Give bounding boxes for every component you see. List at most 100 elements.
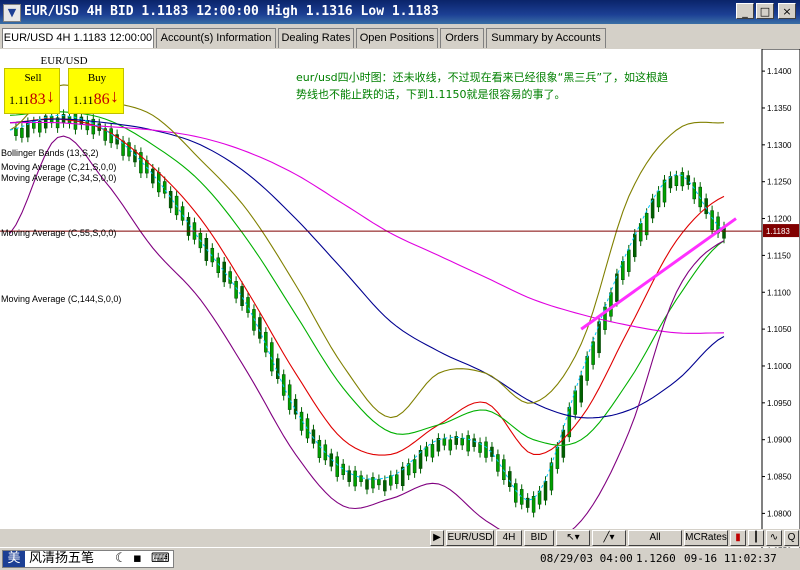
candle-body (14, 128, 18, 136)
q-button[interactable]: Q (784, 530, 799, 546)
punctuation-icon[interactable]: ▪ (133, 551, 142, 567)
moon-icon[interactable]: ☾ (115, 551, 127, 567)
y-tick-label: 1.1200 (767, 215, 792, 224)
candle-body (353, 470, 357, 487)
sell-box[interactable]: Sell 1.1183 ↓ (4, 68, 60, 114)
candle-body (686, 175, 691, 185)
candle-body (573, 390, 577, 415)
candle-body (442, 438, 447, 446)
chart-toolbar: ▶ EUR/USD 4H BID ↖▾ ╱▾ All MCRates ▮ ┃ ∿… (0, 529, 800, 547)
ime-toolbar[interactable]: 美 风清扬五笔 ☾ ▪ ⌨ (2, 550, 174, 568)
candle-body (430, 444, 435, 458)
keyboard-icon[interactable]: ⌨ (151, 551, 170, 567)
candle-icon[interactable]: ▮ (730, 530, 746, 546)
candle-body (674, 175, 679, 186)
y-tick-label: 1.1150 (767, 251, 791, 260)
tab-orders[interactable]: Orders (440, 28, 484, 48)
tab-bar: EUR/USD 4H 1.1183 12:00:00 Account(s) In… (0, 28, 800, 48)
candle-body (579, 375, 583, 403)
candle-body (359, 475, 363, 482)
sell-down-arrow-icon: ↓ (46, 86, 55, 106)
candle-body (383, 480, 387, 492)
candle-body (627, 249, 631, 272)
candle-body (341, 463, 345, 476)
app-icon[interactable]: ▼ (3, 4, 21, 22)
play-button[interactable]: ▶ (430, 530, 444, 546)
candle-body (377, 479, 381, 486)
window-title: EUR/USD 4H BID 1.1183 12:00:00 High 1.13… (24, 4, 439, 19)
sell-label: Sell (24, 72, 42, 84)
buy-price: 1.1186 (73, 91, 110, 108)
y-tick-label: 1.0900 (767, 436, 792, 445)
minimize-button[interactable]: _ (736, 3, 754, 19)
candle-body (365, 479, 369, 490)
series-line-2 (9, 118, 725, 419)
y-axis-panel (761, 49, 800, 561)
tab-open-positions[interactable]: Open Positions (356, 28, 438, 48)
bar-chart-icon[interactable]: ┃ (748, 530, 764, 546)
chart-area[interactable]: 1.1400 1.1350 1.1300 1.1250 1.1200 1.1150 1.11… (0, 49, 800, 561)
cursor-tool-icon[interactable]: ↖▾ (556, 530, 590, 546)
all-button[interactable]: All (628, 530, 682, 546)
candle-body (561, 429, 566, 458)
candle-body (662, 179, 667, 203)
candle-body (466, 435, 470, 452)
tab-summary-by-accounts[interactable]: Summary by Accounts (486, 28, 606, 48)
candle-body (412, 459, 417, 474)
candle-body (180, 206, 185, 221)
candle-body (109, 128, 113, 144)
candle-body (508, 471, 512, 488)
y-tick-label: 1.1300 (767, 141, 792, 150)
tab-chart[interactable]: EUR/USD 4H 1.1183 12:00:00 (2, 28, 154, 48)
close-button[interactable]: × (778, 3, 796, 19)
line-chart-icon[interactable]: ∿ (766, 530, 782, 546)
y-tick-label: 1.0950 (767, 399, 792, 408)
candle-body (514, 483, 518, 503)
y-tick-label: 1.0850 (767, 473, 792, 482)
title-bar: ▼ EUR/USD 4H BID 1.1183 12:00:00 High 1.… (0, 0, 800, 24)
ticket-pair: EUR/USD (40, 55, 88, 67)
candle-body (20, 127, 24, 138)
ma55-label: Moving Average (C,55,S,0,0) (1, 228, 117, 238)
series-line-fast-ma (9, 114, 725, 501)
y-tick-label: 1.0800 (767, 509, 792, 518)
status-value: 1.1260 (636, 552, 676, 565)
price-type-button[interactable]: BID (524, 530, 554, 546)
candle-body (389, 475, 393, 486)
annotation-line-2: 势线也不能止跌的话，下到1.1150就是很容易的事了。 (296, 88, 566, 101)
candle-body (270, 342, 274, 372)
ma144-label: Moving Average (C,144,S,0,0) (1, 294, 122, 304)
candle-body (460, 437, 464, 446)
ma34-label: Moving Average (C,34,S,0,0) (1, 173, 117, 183)
current-price-label: 1.1183 (766, 227, 790, 236)
y-tick-label: 1.1350 (767, 104, 792, 113)
ime-mode[interactable]: 美 (3, 551, 25, 567)
candle-body (240, 286, 244, 306)
candle-body (597, 321, 601, 354)
candle-body (436, 437, 441, 452)
ma21-label: Moving Average (C,21,S,0,0) (1, 162, 117, 172)
candle-body (621, 260, 625, 280)
period-button[interactable]: 4H (496, 530, 522, 546)
dealing-ticket: EUR/USD Sell 1.1183 ↓ Buy 1.1186 ↓ (2, 55, 126, 129)
ime-name: 风清扬五笔 (29, 551, 95, 566)
y-tick-label: 1.1250 (767, 178, 792, 187)
buy-box[interactable]: Buy 1.1186 ↓ (68, 68, 124, 114)
status-datetime: 08/29/03 04:00 (540, 552, 633, 565)
candle-body (496, 454, 500, 472)
sell-price: 1.1183 (9, 91, 46, 108)
maximize-button[interactable]: □ (756, 3, 774, 19)
mcrates-button[interactable]: MCRates (684, 530, 728, 546)
symbol-button[interactable]: EUR/USD (446, 530, 494, 546)
status-server-time: 09-16 11:02:37 (684, 552, 777, 565)
candle-body (448, 439, 453, 451)
tab-account-information[interactable]: Account(s) Information (156, 28, 276, 48)
candle-body (644, 213, 649, 236)
candle-body (633, 233, 637, 258)
candle-body (472, 438, 476, 447)
candle-body (692, 182, 696, 200)
tab-dealing-rates[interactable]: Dealing Rates (278, 28, 354, 48)
draw-tool-icon[interactable]: ╱▾ (592, 530, 626, 546)
candle-body (222, 261, 226, 283)
y-tick-label: 1.1100 (767, 288, 791, 297)
